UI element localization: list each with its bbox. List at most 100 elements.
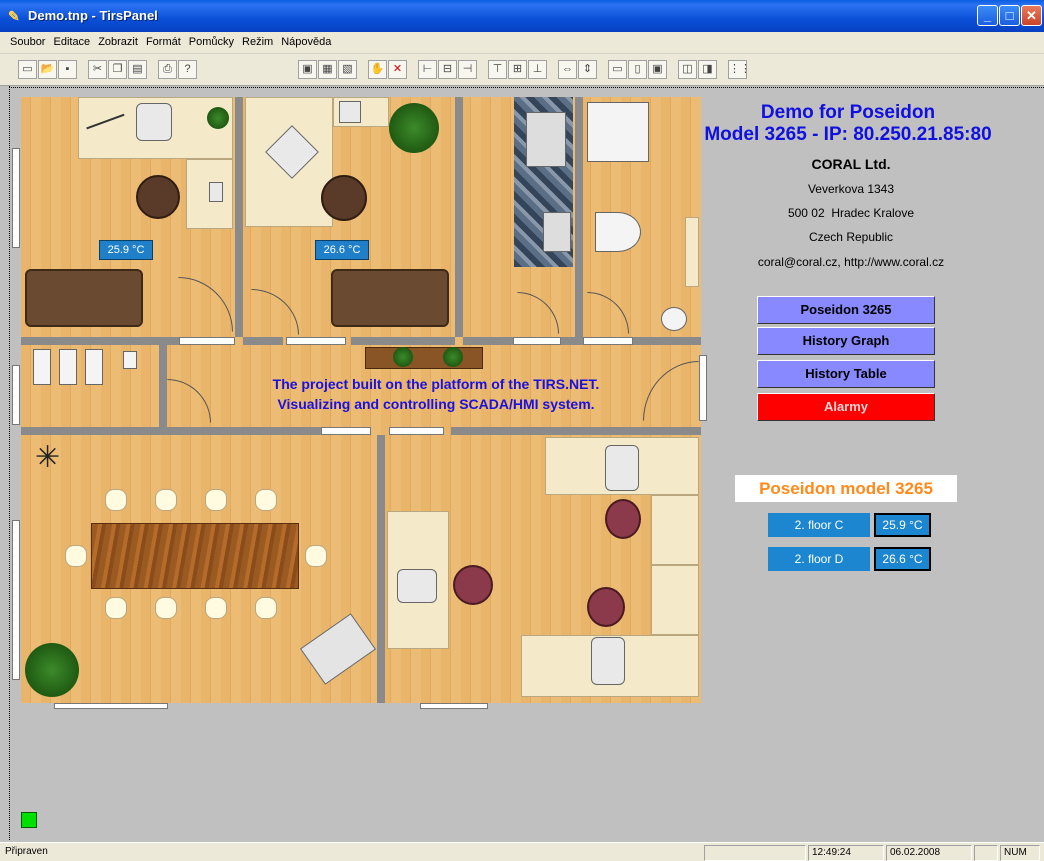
- sensor-label-floor-c: 2. floor C: [768, 513, 870, 537]
- close-button[interactable]: ✕: [1021, 5, 1042, 26]
- doorway: [179, 337, 235, 345]
- grid-icon[interactable]: ⋮⋮: [728, 60, 751, 79]
- floor-plan: 25.9 °C 26.6 °C The project built on the…: [21, 97, 707, 703]
- align-bottom-icon[interactable]: ⊥: [528, 60, 547, 79]
- window-pane-bottom: [420, 703, 488, 709]
- printer-icon: [209, 182, 223, 202]
- sensor-value-floor-d[interactable]: 26.6 °C: [874, 547, 931, 571]
- stop-mode-icon[interactable]: ✕: [388, 60, 407, 79]
- address-city: 500 02 Hradec Kralove: [787, 206, 915, 220]
- office-chair: [321, 175, 367, 221]
- wall: [451, 427, 701, 435]
- menu-zobrazit[interactable]: Zobrazit: [94, 32, 142, 52]
- temperature-room-c[interactable]: 25.9 °C: [99, 240, 153, 260]
- send-back-icon[interactable]: ◨: [698, 60, 717, 79]
- maximize-button[interactable]: □: [999, 5, 1020, 26]
- alarm-button[interactable]: Alarmy: [757, 393, 935, 421]
- trash-icon: [123, 351, 137, 369]
- run-mode-icon[interactable]: ✋: [368, 60, 387, 79]
- wall: [575, 97, 583, 337]
- toilet-icon: [595, 212, 641, 252]
- align-middle-icon[interactable]: ⊞: [508, 60, 527, 79]
- help-icon[interactable]: ?: [178, 60, 197, 79]
- cabinet-icon: [85, 349, 103, 385]
- align-top-icon[interactable]: ⊤: [488, 60, 507, 79]
- computer-icon: [136, 103, 172, 141]
- window-pane-left-2: [12, 365, 20, 425]
- wall: [377, 435, 385, 703]
- view-icon-3[interactable]: ▧: [338, 60, 357, 79]
- wall: [351, 337, 455, 345]
- minimize-button[interactable]: _: [977, 5, 998, 26]
- align-center-icon[interactable]: ⊟: [438, 60, 457, 79]
- cabinet-icon: [59, 349, 77, 385]
- menu-napoveda[interactable]: Nápověda: [277, 32, 335, 52]
- connection-indicator: [21, 812, 37, 828]
- history-graph-button[interactable]: History Graph: [757, 327, 935, 355]
- temperature-room-d[interactable]: 26.6 °C: [315, 240, 369, 260]
- meeting-chair: [65, 545, 87, 567]
- company-name: CORAL Ltd.: [811, 156, 891, 172]
- app-icon: ✎: [8, 8, 20, 24]
- contact-info: coral@coral.cz, http://www.coral.cz: [757, 255, 945, 269]
- align-right-icon[interactable]: ⊣: [458, 60, 477, 79]
- history-table-button[interactable]: History Table: [757, 360, 935, 388]
- window-pane-left-3: [12, 520, 20, 680]
- save-icon[interactable]: ▪: [58, 60, 77, 79]
- menu-editace[interactable]: Editace: [49, 32, 94, 52]
- sensor-value-floor-c[interactable]: 25.9 °C: [874, 513, 931, 537]
- space-vert-icon[interactable]: ⇕: [578, 60, 597, 79]
- fridge-icon: [543, 212, 571, 252]
- planter: [365, 347, 483, 369]
- menu-rezim[interactable]: Režim: [238, 32, 277, 52]
- meeting-chair: [105, 489, 127, 511]
- doorway: [286, 337, 346, 345]
- status-time: 12:49:24: [808, 845, 884, 861]
- grid-border-left: [9, 86, 10, 840]
- info-title-line-2: Model 3265 - IP: 80.250.21.85:80: [704, 124, 992, 145]
- plan-caption: The project built on the platform of the…: [171, 374, 701, 414]
- meeting-chair: [305, 545, 327, 567]
- plant-icon: [393, 347, 413, 367]
- desk-return: [651, 565, 699, 635]
- title-bar[interactable]: ✎ Demo.tnp - TirsPanel _ □ ✕: [0, 0, 1044, 32]
- copy-icon[interactable]: ❐: [108, 60, 127, 79]
- wall: [159, 345, 167, 427]
- wall: [21, 337, 181, 345]
- meeting-chair: [255, 597, 277, 619]
- same-size-icon[interactable]: ▣: [648, 60, 667, 79]
- computer-icon: [397, 569, 437, 603]
- view-icon-2[interactable]: ▦: [318, 60, 337, 79]
- computer-icon: [591, 637, 625, 685]
- sensor-label-floor-d: 2. floor D: [768, 547, 870, 571]
- grid-border-top: [9, 87, 1044, 88]
- same-width-icon[interactable]: ▭: [608, 60, 627, 79]
- info-title: Demo for Poseidon Model 3265 - IP: 80.25…: [668, 102, 1028, 146]
- print-icon[interactable]: ⎙: [158, 60, 177, 79]
- align-left-icon[interactable]: ⊢: [418, 60, 437, 79]
- office-chair: [136, 175, 180, 219]
- plant-icon: [207, 107, 229, 129]
- view-icon-1[interactable]: ▣: [298, 60, 317, 79]
- sofa: [331, 269, 449, 327]
- menu-pomucky[interactable]: Pomůcky: [185, 32, 238, 52]
- shelf: [685, 217, 699, 287]
- status-panel-caps: [974, 845, 998, 861]
- cut-icon[interactable]: ✂: [88, 60, 107, 79]
- poseidon-button[interactable]: Poseidon 3265: [757, 296, 935, 324]
- address-street: Veverkova 1343: [807, 182, 895, 196]
- bring-front-icon[interactable]: ◫: [678, 60, 697, 79]
- space-horiz-icon[interactable]: ⇔: [558, 60, 577, 79]
- status-text: Připraven: [5, 846, 48, 857]
- paste-icon[interactable]: ▤: [128, 60, 147, 79]
- wall: [21, 427, 321, 435]
- menu-soubor[interactable]: Soubor: [6, 32, 49, 52]
- open-icon[interactable]: 📂: [38, 60, 57, 79]
- meeting-chair: [155, 597, 177, 619]
- menu-format[interactable]: Formát: [142, 32, 185, 52]
- new-icon[interactable]: ▭: [18, 60, 37, 79]
- status-date: 06.02.2008: [886, 845, 972, 861]
- same-height-icon[interactable]: ▯: [628, 60, 647, 79]
- wall: [243, 337, 283, 345]
- meeting-chair: [205, 489, 227, 511]
